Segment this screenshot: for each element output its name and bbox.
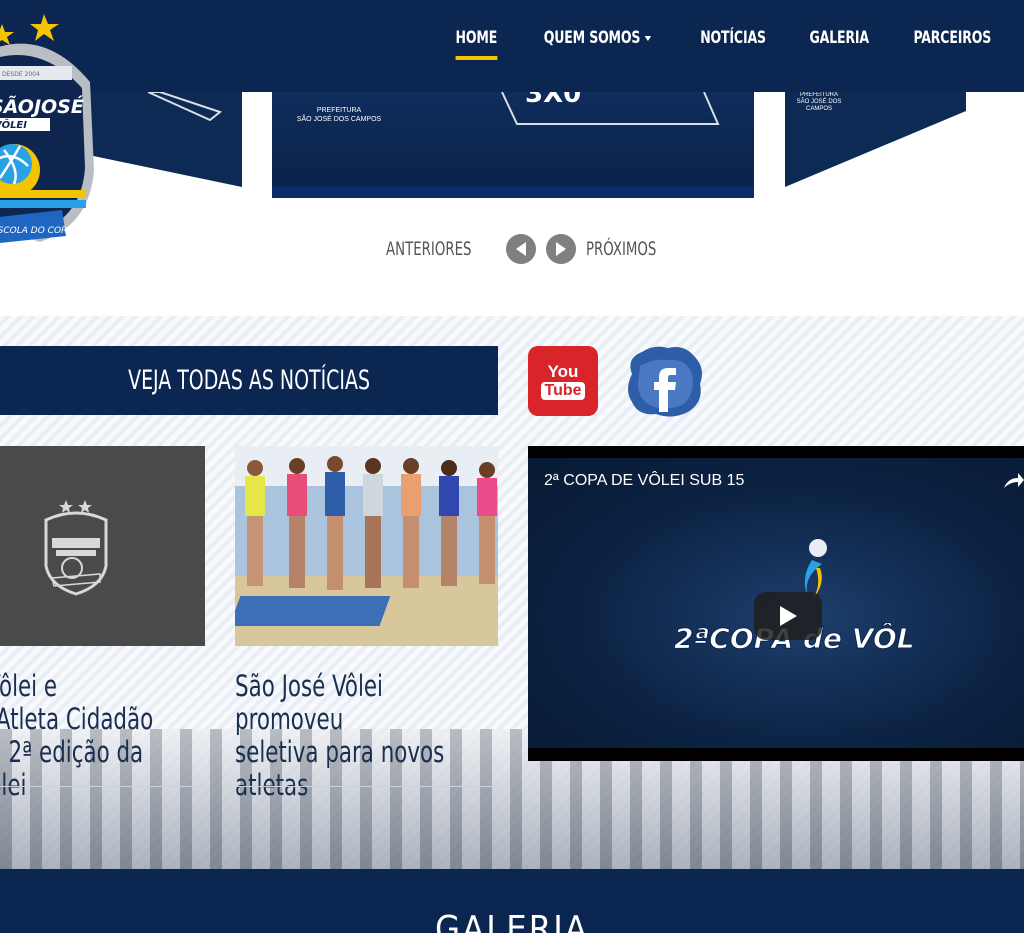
youtube-tube-text: Tube — [541, 381, 585, 400]
arrow-right-icon — [555, 242, 566, 256]
nav-parceiros[interactable]: PARCEIROS — [914, 28, 992, 56]
all-news-label: VEJA TODAS AS NOTÍCIAS — [128, 365, 370, 396]
play-icon — [780, 606, 797, 626]
logo-ribbon-text: ESCOLA DO CORPO — [0, 226, 80, 236]
nav-noticias-label: NOTÍCIAS — [699, 28, 766, 48]
club-logo-placeholder — [44, 500, 108, 596]
nav-quem-somos[interactable]: QUEM SOMOS — [543, 28, 652, 56]
news-card[interactable]: São José Vôlei promoveu seletiva para no… — [235, 446, 498, 802]
club-logo[interactable]: DESDE 2004 SÃOJOSÉ VÔLEI ESCOLA DO CORPO — [0, 10, 100, 250]
nav-galeria[interactable]: GALERIA — [809, 28, 869, 56]
nav-home[interactable]: HOME — [455, 28, 498, 60]
nav-galeria-label: GALERIA — [809, 28, 869, 48]
star-icon — [30, 14, 59, 41]
slider-controls: ANTERIORES PRÓXIMOS — [386, 234, 676, 264]
video-title[interactable]: 2ª COPA DE VÔLEI SUB 15 — [544, 472, 744, 490]
news-title[interactable]: São José Vôlei promoveu seletiva para no… — [235, 670, 497, 802]
slide-caption: PREFEITURA SÃO JOSÉ DOS CAMPOS — [796, 92, 842, 112]
nav-quem-somos-label: QUEM SOMOS — [543, 28, 641, 48]
logo-since: DESDE 2004 — [2, 71, 40, 78]
video-frame: 2ª COPA DE VÔLEI SUB 15 2ªCOPA de VÔLEI — [528, 458, 1024, 748]
previous-label[interactable]: ANTERIORES — [386, 238, 471, 260]
card-divider — [0, 786, 205, 787]
news-card[interactable]: osé Vôlei e ama Atleta Cidadão ovem 2ª e… — [0, 446, 205, 802]
nav-parceiros-label: PARCEIROS — [913, 28, 992, 48]
video-player[interactable]: 2ª COPA DE VÔLEI SUB 15 2ªCOPA de VÔLEI — [528, 446, 1024, 761]
slide-current[interactable]: PREFEITURA SÃO JOSÉ DOS CAMPOS 3X0 — [272, 92, 754, 198]
card-divider — [235, 786, 498, 787]
gallery-title: GALERIA — [435, 909, 589, 933]
star-icon — [0, 24, 14, 45]
logo-name: SÃOJOSÉ — [0, 94, 84, 118]
slide-bar — [272, 186, 754, 198]
caret-down-icon — [644, 35, 652, 41]
next-label[interactable]: PRÓXIMOS — [586, 238, 656, 260]
logo-stripe — [0, 190, 86, 198]
youtube-you-text: You — [547, 361, 579, 381]
all-news-button[interactable]: VEJA TODAS AS NOTÍCIAS — [0, 346, 498, 415]
arrow-left-icon — [515, 242, 526, 256]
athletes-photo — [235, 446, 498, 646]
slide-caption: PREFEITURA SÃO JOSÉ DOS CAMPOS — [296, 107, 382, 123]
slide-next[interactable]: PREFEITURA SÃO JOSÉ DOS CAMPOS — [785, 92, 966, 187]
top-navbar: HOME QUEM SOMOS NOTÍCIAS GALERIA PARCEIR… — [0, 0, 1024, 92]
facebook-icon[interactable] — [624, 344, 706, 418]
gallery-section: GALERIA — [0, 869, 1024, 933]
share-icon[interactable] — [1002, 472, 1024, 490]
play-button[interactable] — [754, 592, 822, 640]
logo-stripe — [0, 200, 86, 208]
news-thumbnail[interactable] — [0, 446, 205, 646]
match-slider: PREFEITURA SÃO JOSÉ DOS CAMPOS 3X0 PREFE… — [0, 92, 1024, 212]
news-section: VEJA TODAS AS NOTÍCIAS You Tube osé Vôle… — [0, 316, 1024, 869]
logo-sub: VÔLEI — [0, 117, 27, 131]
nav-home-label: HOME — [455, 28, 498, 48]
youtube-link[interactable]: You Tube — [528, 346, 598, 416]
nav-noticias[interactable]: NOTÍCIAS — [700, 28, 766, 56]
previous-button[interactable] — [505, 234, 536, 264]
news-photo[interactable] — [235, 446, 498, 646]
slide-score: 3X0 — [525, 92, 582, 109]
nav-menu: HOME QUEM SOMOS NOTÍCIAS GALERIA PARCEIR… — [451, 28, 1000, 60]
next-button[interactable] — [545, 234, 576, 264]
news-title[interactable]: osé Vôlei e ama Atleta Cidadão ovem 2ª e… — [0, 670, 204, 802]
